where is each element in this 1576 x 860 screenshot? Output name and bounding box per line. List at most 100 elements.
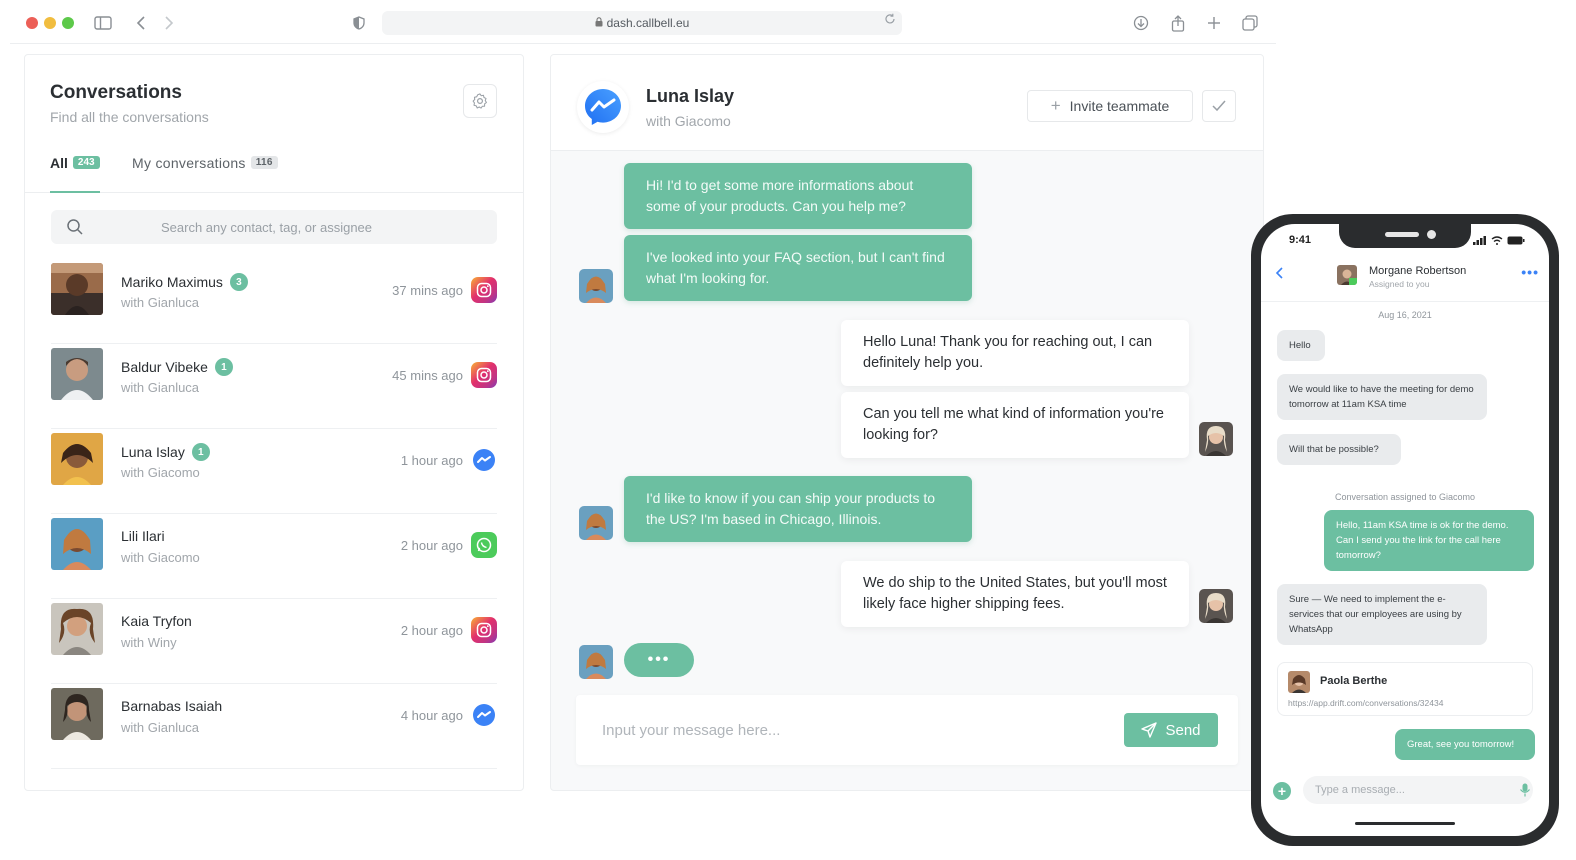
chevron-left-icon[interactable]: [1275, 266, 1283, 284]
timestamp: 37 mins ago: [392, 283, 463, 298]
minimize-window-button[interactable]: [44, 17, 56, 29]
reload-icon[interactable]: [884, 13, 896, 28]
status-time: 9:41: [1289, 234, 1312, 246]
contact-name: Mariko Maximus: [121, 274, 223, 290]
avatar: [1288, 671, 1310, 693]
download-icon[interactable]: [1130, 12, 1152, 34]
phone-notch: [1339, 224, 1471, 248]
contact-card-link[interactable]: https://app.drift.com/conversations/3243…: [1288, 698, 1443, 708]
search-input[interactable]: [161, 210, 481, 244]
instagram-icon: [471, 617, 497, 643]
tabs-overview-icon[interactable]: [1239, 12, 1261, 34]
send-button[interactable]: Send: [1124, 713, 1218, 747]
timestamp: 1 hour ago: [400, 453, 463, 468]
avatar: [51, 348, 103, 400]
signal-icon: [1473, 236, 1486, 245]
chat-header: Luna Islay with Giacomo + Invite teammat…: [551, 55, 1263, 151]
conversation-item[interactable]: Barnabas Isaiah with Gianluca 4 hour ago: [51, 684, 497, 769]
plus-icon: +: [1050, 96, 1061, 115]
message-bubble-outgoing: Can you tell me what kind of information…: [841, 392, 1189, 458]
url-text: dash.callbell.eu: [606, 16, 690, 30]
more-options-icon[interactable]: •••: [1521, 264, 1539, 280]
send-label: Send: [1165, 721, 1201, 739]
message-bubble-incoming: I've looked into your FAQ section, but I…: [624, 235, 972, 301]
search-bar: [51, 210, 497, 244]
messenger-icon: [471, 447, 497, 473]
chat-panel: Luna Islay with Giacomo + Invite teammat…: [550, 54, 1264, 791]
page-title: Conversations: [50, 82, 182, 103]
tab-my-conversations[interactable]: My conversations 116: [132, 155, 278, 193]
phone-message-incoming: Hello: [1277, 330, 1325, 361]
agent-avatar: [1199, 422, 1233, 456]
assignee-text: with Winy: [121, 635, 177, 650]
check-icon: [1212, 100, 1226, 112]
unread-count-badge: 3: [229, 273, 248, 291]
back-icon[interactable]: [130, 12, 152, 34]
microphone-icon[interactable]: [1519, 783, 1531, 797]
page-subtitle: Find all the conversations: [50, 109, 209, 125]
contact-card[interactable]: Paola Berthe https://app.drift.com/conve…: [1277, 662, 1533, 716]
settings-button[interactable]: [463, 84, 497, 118]
assignment-note: Conversation assigned to Giacomo: [1334, 492, 1476, 502]
message-bubble-incoming: I'd like to know if you can ship your pr…: [624, 476, 972, 542]
share-icon[interactable]: [1167, 12, 1189, 34]
agent-avatar: [1199, 589, 1233, 623]
conversation-item[interactable]: Kaia Tryfon with Winy 2 hour ago: [51, 599, 497, 684]
timestamp: 45 mins ago: [392, 368, 463, 383]
message-composer: Send: [576, 695, 1238, 765]
unread-count-badge: 1: [214, 358, 233, 376]
tab-all-count: 243: [72, 156, 100, 169]
conversation-item[interactable]: Baldur Vibeke 1 with Gianluca 45 mins ago: [51, 344, 497, 429]
message-bubble-incoming: Hi! I'd to get some more informations ab…: [624, 163, 972, 229]
message-bubble-outgoing: Hello Luna! Thank you for reaching out, …: [841, 320, 1189, 386]
tab-my-conversations-label: My conversations: [132, 155, 246, 171]
chat-contact-name: Luna Islay: [646, 86, 735, 106]
phone-message-input[interactable]: [1303, 776, 1533, 804]
phone-contact-status: Assigned to you: [1369, 279, 1430, 289]
timestamp: 2 hour ago: [400, 538, 463, 553]
invite-teammate-button[interactable]: + Invite teammate: [1027, 90, 1193, 122]
send-icon: [1141, 722, 1158, 738]
conversations-panel: Conversations Find all the conversations…: [24, 54, 524, 791]
conversation-tabs: All 243 My conversations 116: [25, 151, 523, 193]
add-attachment-icon[interactable]: +: [1273, 782, 1291, 800]
phone-message-outgoing: Great, see you tomorrow!: [1395, 729, 1535, 760]
conversation-item[interactable]: Lili Ilari with Giacomo 2 hour ago: [51, 514, 497, 599]
avatar: [51, 263, 103, 315]
phone-screen: 9:41 Morgane Robertson Assigned to you •…: [1261, 224, 1549, 836]
address-bar[interactable]: dash.callbell.eu: [382, 11, 902, 35]
contact-name: Baldur Vibeke: [121, 359, 208, 375]
timestamp: 2 hour ago: [400, 623, 463, 638]
sidebar-toggle-icon[interactable]: [92, 12, 114, 34]
maximize-window-button[interactable]: [62, 17, 74, 29]
tab-all[interactable]: All 243: [50, 155, 100, 193]
typing-indicator: •••: [624, 643, 694, 677]
contact-avatar: [579, 645, 613, 679]
lock-icon: [595, 16, 603, 30]
messenger-logo-icon: [577, 81, 629, 133]
whatsapp-icon: [471, 532, 497, 558]
close-window-button[interactable]: [26, 17, 38, 29]
phone-contact-name: Morgane Robertson: [1369, 265, 1467, 277]
tab-my-conversations-count: 116: [250, 156, 278, 169]
resolve-button[interactable]: [1202, 90, 1236, 122]
tab-all-label: All: [50, 155, 68, 171]
timestamp: 4 hour ago: [400, 708, 463, 723]
phone-composer: +: [1261, 776, 1549, 806]
battery-icon: [1507, 236, 1525, 245]
avatar: [51, 688, 103, 740]
message-bubble-outgoing: We do ship to the United States, but you…: [841, 561, 1189, 627]
conversation-item[interactable]: Mariko Maximus 3 with Gianluca 37 mins ag…: [51, 259, 497, 344]
assignee-text: with Giacomo: [121, 465, 200, 480]
phone-mockup: 9:41 Morgane Robertson Assigned to you •…: [1251, 214, 1559, 846]
message-input[interactable]: [602, 713, 1102, 747]
privacy-shield-icon[interactable]: [348, 12, 370, 34]
phone-message-incoming: Will that be possible?: [1277, 434, 1401, 465]
contact-avatar: [579, 269, 613, 303]
search-icon: [67, 219, 83, 235]
conversation-item[interactable]: Luna Islay 1 with Giacomo 1 hour ago: [51, 429, 497, 514]
avatar: [51, 518, 103, 570]
new-tab-icon[interactable]: [1203, 12, 1225, 34]
forward-icon[interactable]: [158, 12, 180, 34]
phone-message-incoming: Sure — We need to implement the e-servic…: [1277, 584, 1487, 645]
